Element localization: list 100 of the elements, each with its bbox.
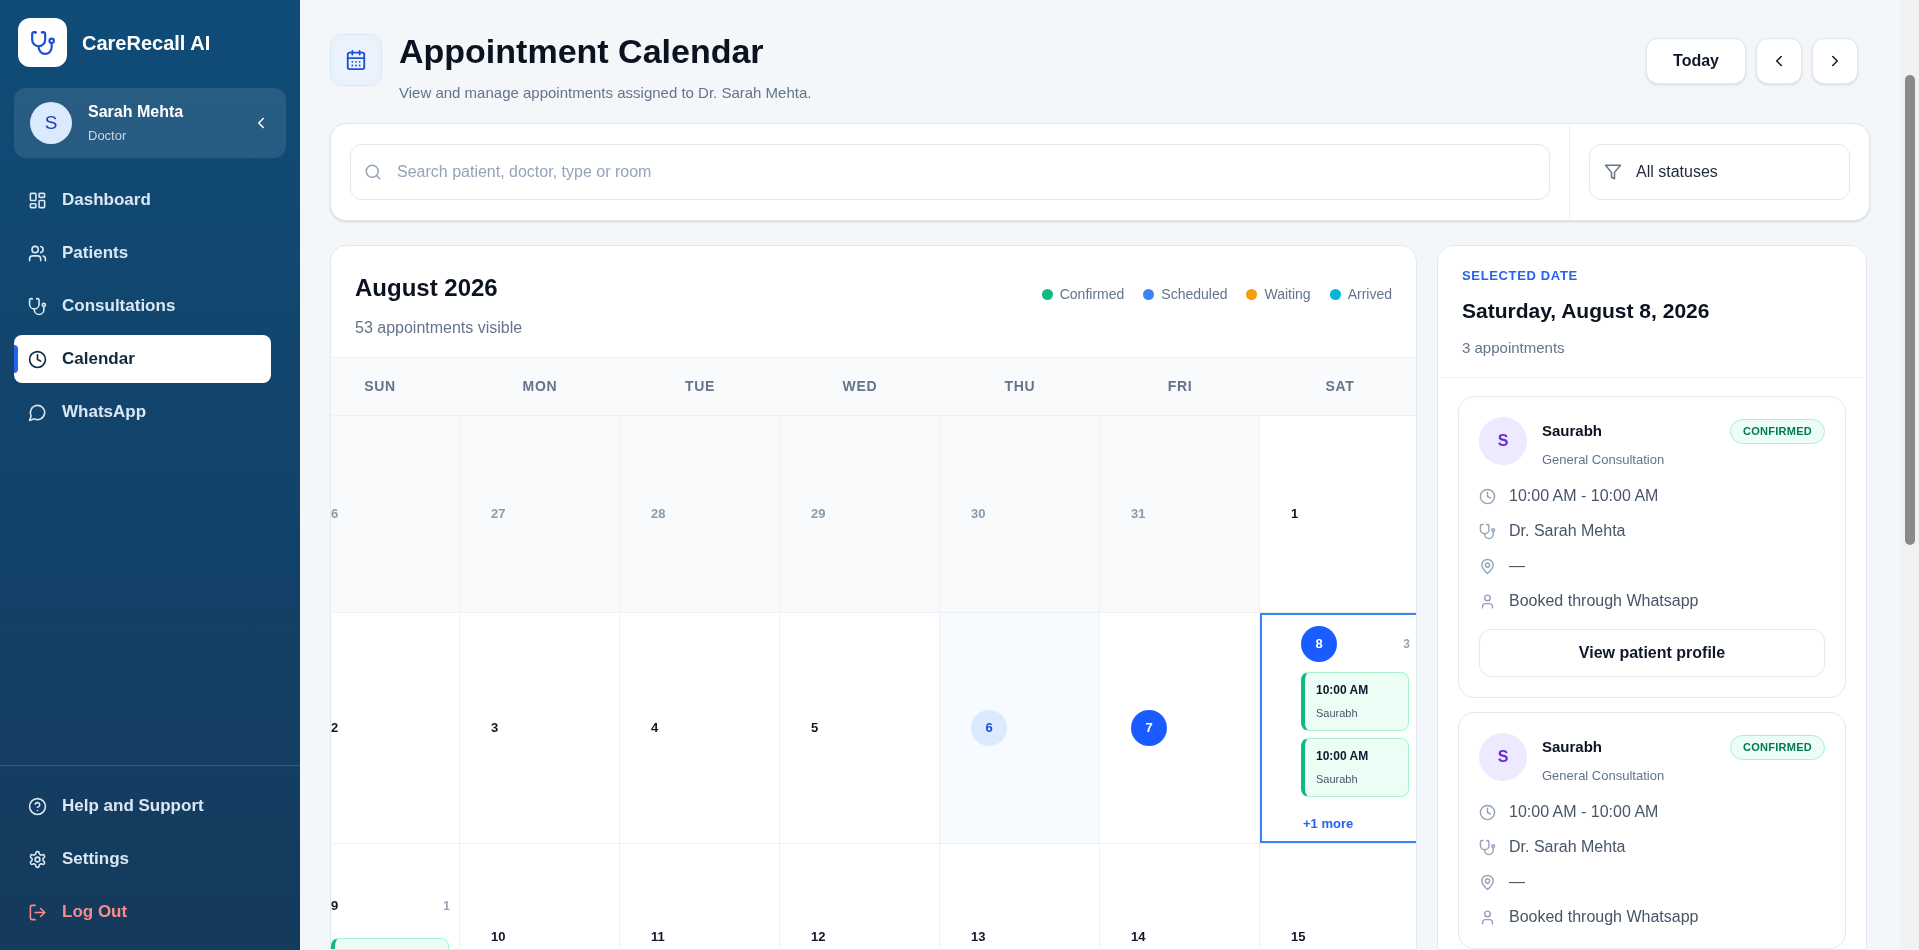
clock-icon xyxy=(28,349,47,369)
date-marker: 7 xyxy=(1131,709,1167,746)
calendar-icon xyxy=(345,49,367,71)
user-name: Sarah Mehta xyxy=(88,102,185,123)
day-cell[interactable]: 2 xyxy=(331,612,460,843)
appointment-count: 3 xyxy=(1403,635,1410,653)
patient-name: Saurabh xyxy=(1542,421,1603,441)
status-filter-dropdown[interactable]: All statuses xyxy=(1589,143,1850,200)
clock-icon xyxy=(1479,487,1496,505)
appointment-time: 10:00 AM - 10:00 AM xyxy=(1509,486,1659,506)
today-button[interactable]: Today xyxy=(1646,38,1746,84)
help-icon xyxy=(28,796,47,816)
legend-label: Scheduled xyxy=(1161,285,1228,304)
patient-avatar: S xyxy=(1479,733,1527,781)
today-marker: 6 xyxy=(971,709,1007,746)
person-icon xyxy=(1479,908,1496,926)
day-number: 5 xyxy=(811,718,819,737)
footer-nav-item[interactable]: Settings xyxy=(14,835,286,883)
booking-source: Booked through Whatsapp xyxy=(1509,591,1699,611)
day-number: 2 xyxy=(331,718,339,737)
status-badge: CONFIRMED xyxy=(1729,419,1825,444)
weekday-label: THU xyxy=(1004,376,1036,396)
weekday-label: WED xyxy=(842,376,878,396)
appointment-time: 10:00 AM - 10:00 AM xyxy=(1509,802,1659,822)
previous-button[interactable] xyxy=(1756,38,1802,84)
day-cell[interactable]: 6 xyxy=(940,612,1100,843)
day-number: 4 xyxy=(651,718,659,737)
weekday-label: FRI xyxy=(1167,376,1193,396)
stethoscope-icon xyxy=(1479,838,1496,856)
section-eyebrow: SELECTED DATE xyxy=(1462,266,1579,285)
appointment-type: General Consultation xyxy=(1542,766,1666,785)
legend-label: Arrived xyxy=(1347,285,1392,304)
user-role: Doctor xyxy=(88,127,128,146)
more-appointments-link[interactable]: +1 more xyxy=(1303,815,1354,831)
appointment-chip[interactable]: 10:00 AM Saurabh xyxy=(1301,671,1409,731)
nav-item[interactable]: Calendar xyxy=(14,335,271,383)
footer-nav-item[interactable]: Help and Support xyxy=(14,782,286,830)
nav-item[interactable]: Patients xyxy=(14,229,271,277)
scrollbar[interactable] xyxy=(1900,0,1919,950)
appointment-location: — xyxy=(1509,872,1525,892)
day-number: 13 xyxy=(971,927,986,946)
people-icon xyxy=(28,243,47,263)
location-pin-icon xyxy=(1479,557,1496,575)
user-profile-card[interactable]: S Sarah Mehta Doctor xyxy=(14,88,286,158)
selected-date-count: 3 appointments xyxy=(1462,337,1566,358)
day-cell[interactable]: 8 3 10:00 AM Saurabh 10:00 AM Saurabh +1 more xyxy=(1260,612,1416,843)
day-number: 15 xyxy=(1291,927,1306,946)
user-avatar: S xyxy=(30,102,72,144)
nav-item[interactable]: Consultations xyxy=(14,282,271,330)
search-icon xyxy=(364,162,382,181)
appointment-type: General Consultation xyxy=(1542,450,1666,469)
booking-source: Booked through Whatsapp xyxy=(1509,907,1699,927)
nav-item[interactable]: Dashboard xyxy=(14,176,271,224)
day-number: 6 xyxy=(331,504,339,523)
day-number: 31 xyxy=(1131,504,1146,523)
doctor-name: Dr. Sarah Mehta xyxy=(1509,521,1626,541)
legend-label: Confirmed xyxy=(1059,285,1125,304)
nav-item[interactable]: WhatsApp xyxy=(14,388,271,436)
appointment-chip[interactable]: 10:00 AM Saurabh xyxy=(1301,737,1409,797)
weekday-label: SUN xyxy=(364,376,396,396)
page-title: Appointment Calendar xyxy=(399,31,765,72)
day-number: 28 xyxy=(651,504,666,523)
doctor-name: Dr. Sarah Mehta xyxy=(1509,837,1626,857)
person-icon xyxy=(1479,592,1496,610)
view-profile-button[interactable]: View patient profile xyxy=(1479,629,1825,677)
weekday-label: MON xyxy=(522,376,558,396)
stethoscope-icon xyxy=(28,296,47,316)
search-field[interactable]: Search patient, doctor, type or room xyxy=(350,143,1550,200)
day-number: 10 xyxy=(491,927,506,946)
clock-icon xyxy=(1479,803,1496,821)
appointment-count: 1 xyxy=(443,897,450,915)
weekday-label: TUE xyxy=(684,376,716,396)
patient-name: Saurabh xyxy=(1542,737,1603,757)
day-number: 30 xyxy=(971,504,986,523)
date-marker: 8 xyxy=(1301,625,1337,662)
next-button[interactable] xyxy=(1812,38,1858,84)
legend-label: Waiting xyxy=(1264,285,1311,304)
stethoscope-icon xyxy=(29,29,56,56)
appointment-location: — xyxy=(1509,556,1525,576)
day-number: 11 xyxy=(651,927,665,946)
settings-icon xyxy=(28,849,47,869)
day-number: 27 xyxy=(491,504,506,523)
day-number: 14 xyxy=(1131,927,1146,946)
day-number: 3 xyxy=(491,718,499,737)
month-title: August 2026 xyxy=(355,272,499,303)
logout-link[interactable]: Log Out xyxy=(14,888,286,936)
day-cell[interactable]: 9 1 xyxy=(331,843,460,949)
day-number: 9 xyxy=(331,896,339,915)
scrollbar-thumb[interactable] xyxy=(1904,75,1915,545)
page-subtitle: View and manage appointments assigned to Dr. Sarah Mehta. xyxy=(399,83,812,103)
stethoscope-icon xyxy=(1479,522,1496,540)
filter-icon xyxy=(1604,162,1622,181)
chat-bubble-icon xyxy=(28,402,47,422)
weekday-label: SAT xyxy=(1325,376,1355,396)
appointments-count: 53 appointments visible xyxy=(355,317,523,338)
day-number: 12 xyxy=(811,927,826,946)
location-pin-icon xyxy=(1479,873,1496,891)
logout-icon xyxy=(28,902,47,922)
brand-name: CareRecall AI xyxy=(82,30,211,56)
status-badge: CONFIRMED xyxy=(1729,735,1825,760)
